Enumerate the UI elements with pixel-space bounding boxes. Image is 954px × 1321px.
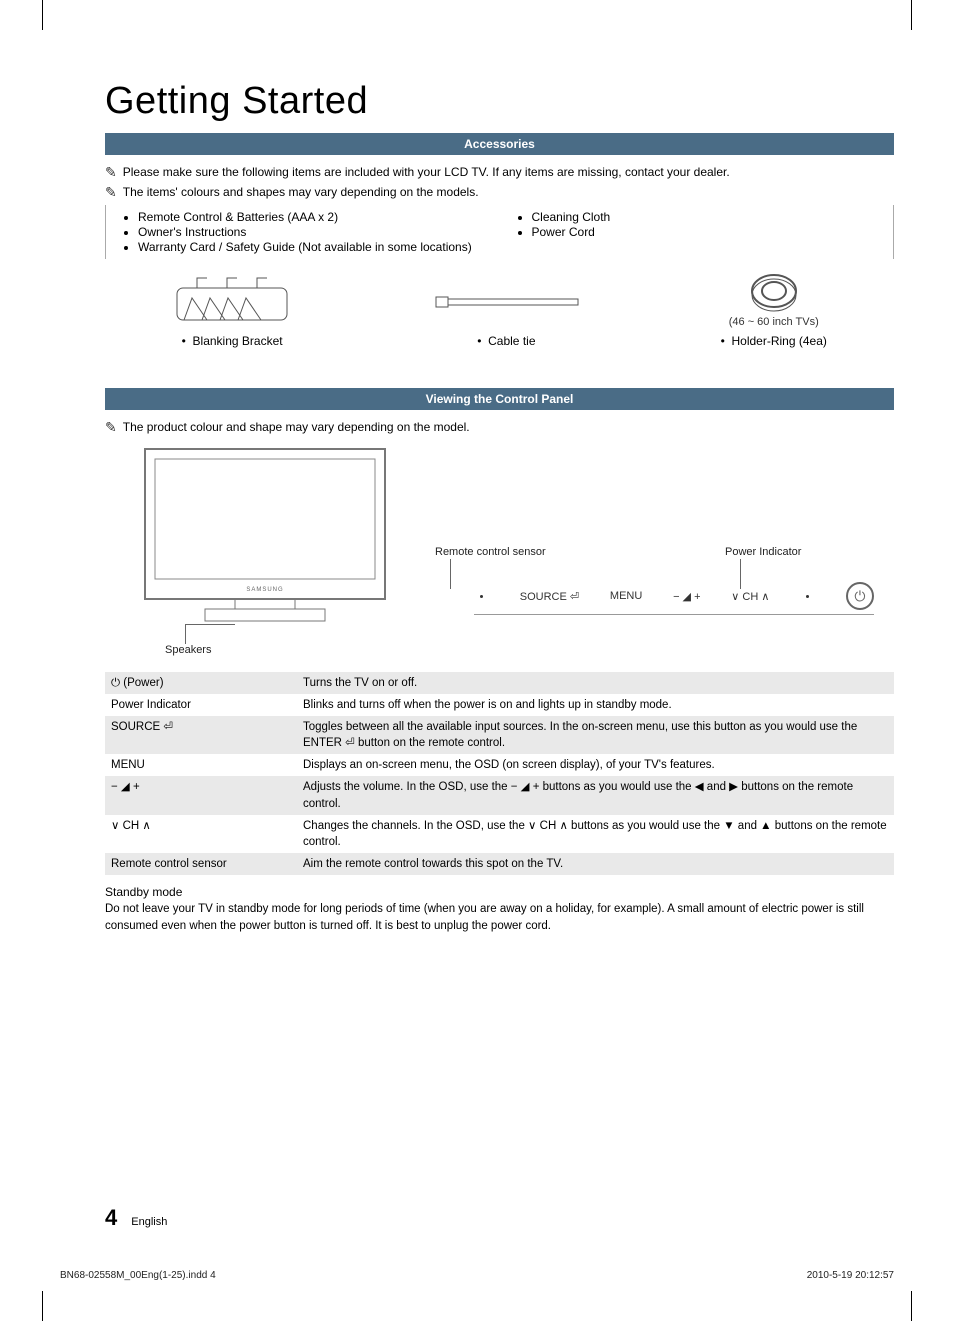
power-icon: ⏻: [846, 582, 874, 610]
func-desc: Aim the remote control towards this spot…: [297, 853, 894, 875]
ch-indicator: ∨ CH ∧: [731, 590, 769, 603]
page-number: 4: [105, 1205, 117, 1231]
func-desc: Changes the channels. In the OSD, use th…: [297, 815, 894, 853]
table-row: Remote control sensor Aim the remote con…: [105, 853, 894, 875]
page-title: Getting Started: [105, 80, 894, 123]
illus-blanking-bracket: • Blanking Bracket: [172, 273, 292, 348]
accessory-item: Power Cord: [532, 225, 880, 239]
note-text: The items' colours and shapes may vary d…: [123, 185, 479, 199]
label-menu: MENU: [610, 590, 642, 602]
lead-line: [185, 624, 186, 644]
func-desc: Displays an on-screen menu, the OSD (on …: [297, 754, 894, 776]
accessories-illustration-row: • Blanking Bracket • Cable tie (46 ~ 60 …: [105, 271, 894, 348]
illus-subcaption: (46 ~ 60 inch TVs): [721, 316, 827, 328]
accessories-col-left: Remote Control & Batteries (AAA x 2) Own…: [106, 209, 500, 255]
note-line: ✎ The product colour and shape may vary …: [105, 420, 894, 434]
indicator-dot: [806, 595, 809, 598]
illus-holder-ring: (46 ~ 60 inch TVs) • Holder-Ring (4ea): [721, 271, 827, 348]
function-table: ⏻ (Power) Turns the TV on or off. Power …: [105, 672, 894, 875]
lead-line: [185, 624, 235, 625]
tv-diagram: SAMSUNG Remote control sensor Power Indi…: [105, 444, 894, 664]
accessory-item: Cleaning Cloth: [532, 210, 880, 224]
crop-mark: [911, 1291, 912, 1321]
note-line: ✎ The items' colours and shapes may vary…: [105, 185, 894, 199]
footer-row: BN68-02558M_00Eng(1-25).indd 4 2010-5-19…: [60, 1270, 894, 1281]
func-label: MENU: [105, 754, 297, 776]
illus-cable-tie: • Cable tie: [426, 273, 586, 348]
func-label: ∨ CH ∧: [105, 815, 297, 853]
page-number-row: 4 English: [105, 1205, 167, 1231]
label-remote-sensor: Remote control sensor: [435, 546, 546, 558]
crop-mark: [42, 0, 43, 30]
func-desc: Adjusts the volume. In the OSD, use the …: [297, 776, 894, 814]
note-text: Please make sure the following items are…: [123, 165, 730, 179]
label-power-indicator: Power Indicator: [725, 546, 801, 558]
note-text: The product colour and shape may vary de…: [123, 420, 470, 434]
accessory-item: Warranty Card / Safety Guide (Not availa…: [138, 240, 486, 254]
accessory-item: Remote Control & Batteries (AAA x 2): [138, 210, 486, 224]
func-label: Power Indicator: [105, 694, 297, 716]
func-desc: Turns the TV on or off.: [297, 672, 894, 694]
lead-line: [450, 559, 451, 589]
sensor-dot: [480, 595, 483, 598]
cable-tie-icon: [426, 273, 586, 328]
func-label: − ◢ +: [105, 776, 297, 814]
table-row: ⏻ (Power) Turns the TV on or off.: [105, 672, 894, 694]
illus-caption: Cable tie: [488, 334, 535, 348]
func-desc: Toggles between all the available input …: [297, 716, 894, 754]
note-line: ✎ Please make sure the following items a…: [105, 165, 894, 179]
table-row: Power Indicator Blinks and turns off whe…: [105, 694, 894, 716]
crop-mark: [911, 0, 912, 30]
label-source: SOURCE ⏎: [520, 590, 579, 603]
note-icon: ✎: [105, 420, 117, 434]
func-label: ⏻ (Power): [105, 672, 297, 694]
blanking-bracket-icon: [172, 273, 292, 328]
table-row: ∨ CH ∧ Changes the channels. In the OSD,…: [105, 815, 894, 853]
page-language: English: [131, 1216, 167, 1228]
standby-heading: Standby mode: [105, 885, 894, 899]
standby-body: Do not leave your TV in standby mode for…: [105, 901, 894, 934]
accessory-item: Owner's Instructions: [138, 225, 486, 239]
table-row: MENU Displays an on-screen menu, the OSD…: [105, 754, 894, 776]
accessories-col-right: Cleaning Cloth Power Cord: [500, 209, 894, 255]
section-heading-accessories: Accessories: [105, 133, 894, 155]
note-icon: ✎: [105, 165, 117, 179]
illus-caption: Holder-Ring (4ea): [732, 334, 827, 348]
func-desc: Blinks and turns off when the power is o…: [297, 694, 894, 716]
svg-text:SAMSUNG: SAMSUNG: [246, 587, 283, 593]
crop-mark: [42, 1291, 43, 1321]
manual-page: Getting Started Accessories ✎ Please mak…: [0, 0, 954, 1321]
tv-icon: SAMSUNG: [135, 444, 395, 634]
label-speakers: Speakers: [165, 644, 211, 656]
footer-doc-id: BN68-02558M_00Eng(1-25).indd 4: [60, 1270, 216, 1281]
table-row: − ◢ + Adjusts the volume. In the OSD, us…: [105, 776, 894, 814]
table-row: SOURCE ⏎ Toggles between all the availab…: [105, 716, 894, 754]
illus-caption: Blanking Bracket: [193, 334, 283, 348]
note-icon: ✎: [105, 185, 117, 199]
holder-ring-icon: [739, 271, 809, 316]
control-strip: SOURCE ⏎ MENU − ◢ + ∨ CH ∧ ⏻: [474, 582, 874, 615]
footer-timestamp: 2010-5-19 20:12:57: [807, 1270, 894, 1281]
section-heading-control-panel: Viewing the Control Panel: [105, 388, 894, 410]
accessories-list-box: Remote Control & Batteries (AAA x 2) Own…: [105, 205, 894, 259]
vol-indicator: − ◢ +: [673, 590, 700, 603]
func-label: SOURCE ⏎: [105, 716, 297, 754]
func-label: Remote control sensor: [105, 853, 297, 875]
